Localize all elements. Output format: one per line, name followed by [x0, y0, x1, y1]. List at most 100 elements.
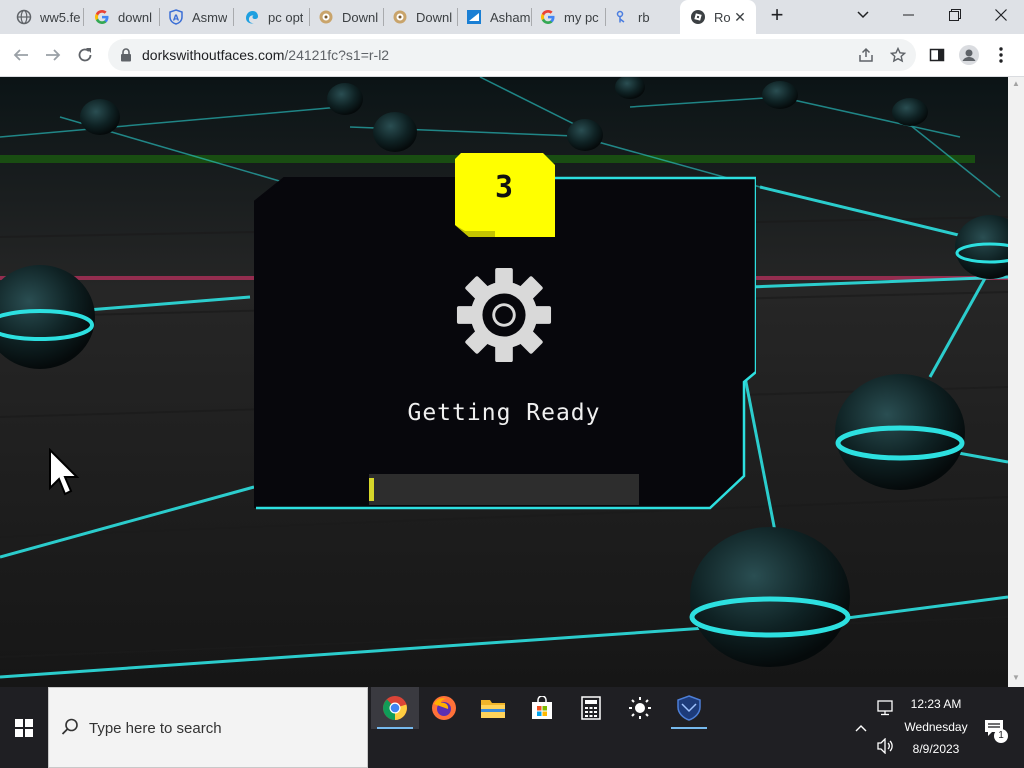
countdown-number: 3 [494, 170, 514, 205]
browser-tab[interactable]: ww5.fe [6, 0, 82, 34]
taskbar-chrome-button[interactable] [371, 687, 419, 729]
tab-title: Asham [490, 9, 531, 25]
minimize-icon [903, 14, 914, 16]
tab-title: downl [118, 9, 152, 25]
notification-center-button[interactable]: 1 [982, 717, 1008, 743]
browser-tab[interactable]: rb [604, 0, 680, 34]
bookmark-button[interactable] [888, 45, 908, 65]
taskbar-defender-button[interactable] [665, 687, 713, 729]
address-bar[interactable]: dorkswithoutfaces.com/24121fc?s1=r-l2 [108, 39, 916, 71]
side-panel-icon [929, 48, 945, 62]
svg-text:A: A [173, 14, 180, 23]
share-icon [859, 47, 873, 62]
chevron-up-icon [855, 725, 867, 732]
taskbar-firefox-button[interactable] [420, 687, 468, 729]
share-button[interactable] [856, 45, 876, 65]
show-hidden-icons-button[interactable] [852, 719, 870, 737]
network-icon [877, 700, 893, 716]
side-panel-button[interactable] [922, 40, 952, 70]
chevron-down-icon [857, 11, 869, 19]
url-host: dorkswithoutfaces.com [142, 47, 285, 63]
download-site-icon [318, 9, 334, 25]
tab-title: pc opt [268, 9, 304, 25]
loading-status-title: Getting Ready [407, 400, 601, 426]
brightness-icon [629, 697, 651, 719]
forward-arrow-icon [46, 49, 61, 61]
page-scrollbar[interactable]: ▲ ▼ [1008, 77, 1024, 687]
close-tab-icon[interactable]: ✕ [732, 9, 748, 25]
clock-date[interactable]: 8/9/2023 [898, 742, 974, 756]
download-site-icon [392, 9, 408, 25]
reload-button[interactable] [70, 40, 100, 70]
browser-tab[interactable]: Downl [308, 0, 384, 34]
google-icon [540, 9, 556, 25]
new-tab-button[interactable]: + [754, 0, 800, 30]
kebab-menu-icon [999, 47, 1003, 63]
clock-day[interactable]: Wednesday [898, 720, 974, 734]
profile-button[interactable] [954, 40, 984, 70]
restore-button[interactable] [932, 0, 978, 30]
search-placeholder: Type here to search [89, 720, 222, 737]
scroll-up-arrow-icon[interactable]: ▲ [1012, 79, 1020, 88]
taskbar-file-explorer-button[interactable] [469, 687, 517, 729]
scroll-down-arrow-icon[interactable]: ▼ [1012, 673, 1020, 682]
star-icon [890, 47, 906, 63]
browser-tab[interactable]: A Asmw [158, 0, 234, 34]
start-button[interactable] [0, 687, 48, 768]
browser-tab[interactable]: downl [84, 0, 160, 34]
restore-icon [949, 9, 961, 21]
browser-toolbar: dorkswithoutfaces.com/24121fc?s1=r-l2 [0, 34, 1024, 77]
windows-taskbar: Type here to search 12:23 AM Wednesday 8… [0, 687, 1024, 768]
tab-title: rb [638, 9, 650, 25]
ashampoo-icon [466, 9, 482, 25]
browser-tab[interactable]: Downl [382, 0, 458, 34]
google-icon [94, 9, 110, 25]
browser-tab[interactable]: pc opt [234, 0, 310, 34]
tab-search-button[interactable] [840, 0, 886, 30]
forward-button[interactable] [38, 40, 68, 70]
tab-title: Downl [416, 9, 453, 25]
tab-title: Downl [342, 9, 379, 25]
minimize-button[interactable] [886, 0, 932, 30]
back-button[interactable] [6, 40, 36, 70]
shield-a-icon: A [168, 9, 184, 25]
browser-tab[interactable]: my pc [530, 0, 606, 34]
taskbar-search-box[interactable]: Type here to search [48, 687, 368, 768]
tab-title: my pc [564, 9, 599, 25]
reload-icon [78, 48, 92, 62]
notification-count-badge: 1 [994, 729, 1008, 743]
lock-icon[interactable] [120, 48, 132, 62]
close-window-button[interactable] [978, 0, 1024, 30]
globe-icon [16, 9, 32, 25]
browser-menu-button[interactable] [986, 40, 1016, 70]
defender-shield-icon [677, 695, 701, 721]
tab-title: ww5.fe [40, 9, 81, 25]
firefox-icon [432, 696, 456, 720]
browser-tab-active[interactable]: Ro ✕ [680, 0, 756, 34]
taskbar-store-button[interactable] [518, 687, 566, 729]
back-arrow-icon [13, 49, 28, 61]
close-icon [995, 9, 1007, 21]
profile-avatar-icon [959, 45, 979, 65]
gear-icon [456, 267, 552, 363]
url-text: dorkswithoutfaces.com/24121fc?s1=r-l2 [142, 47, 389, 63]
loading-progress-bar [369, 474, 639, 505]
new-tab-label: + [770, 2, 784, 27]
browser-tab-strip: ww5.fe downl A Asmw pc opt Downl Downl A… [0, 0, 1024, 34]
mouse-cursor-icon [49, 448, 80, 496]
chrome-icon [383, 696, 407, 720]
taskbar-calculator-button[interactable] [567, 687, 615, 729]
tab-title: Ro [714, 9, 731, 25]
roblox-icon [690, 9, 706, 25]
progress-fill [369, 478, 374, 501]
network-button[interactable] [876, 699, 896, 717]
taskbar-brightness-button[interactable] [616, 687, 664, 729]
edge-icon [244, 9, 260, 25]
url-path: /24121fc?s1=r-l2 [284, 47, 390, 63]
volume-button[interactable] [876, 737, 896, 755]
browser-tab[interactable]: Asham [456, 0, 532, 34]
clock-time[interactable]: 12:23 AM [898, 697, 974, 711]
speaker-icon [877, 738, 893, 754]
rb-icon [614, 9, 630, 25]
tab-title: Asmw [192, 9, 228, 25]
